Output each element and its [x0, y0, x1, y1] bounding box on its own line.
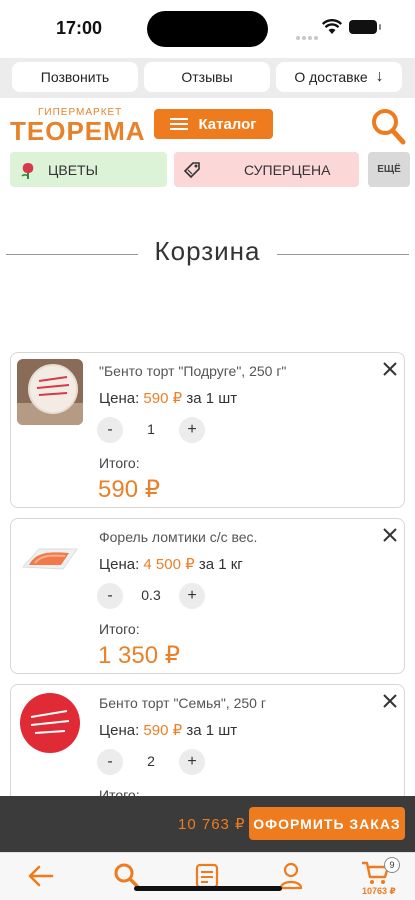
cart-item: "Бенто торт "Подруге", 250 г" Цена: 590 … — [10, 352, 405, 508]
logo-title: ТЕОРЕМА — [10, 116, 146, 146]
cart-total: 10 763 ₽ — [178, 816, 246, 833]
price-row: Цена: 4 500 ₽ за 1 кг — [99, 555, 243, 573]
call-button[interactable]: Позвонить — [12, 62, 138, 92]
home-indicator — [134, 886, 282, 891]
item-total: 590 ₽ — [98, 476, 160, 503]
dynamic-island — [147, 11, 268, 47]
catalog-button[interactable]: Каталог — [154, 109, 273, 139]
item-total: 1 350 ₽ — [98, 642, 180, 669]
price-unit: за 1 кг — [198, 556, 243, 573]
bottom-nav: 9 10763 ₽ — [0, 852, 415, 900]
checkout-button[interactable]: ОФОРМИТЬ ЗАКАЗ — [249, 807, 405, 840]
divider — [277, 254, 409, 255]
quantity-stepper: - 1 + — [97, 417, 227, 443]
header: ГИПЕРМАРКЕТ ТЕОРЕМА Каталог — [0, 98, 415, 150]
product-image — [17, 525, 83, 591]
divider — [6, 254, 138, 255]
arrow-down-icon: ↓ — [375, 68, 384, 85]
product-image — [17, 359, 83, 425]
delivery-button[interactable]: О доставке ↓ — [276, 62, 402, 92]
flower-icon — [21, 162, 34, 179]
price-row: Цена: 590 ₽ за 1 шт — [99, 721, 237, 739]
category-strip: ЦВЕТЫ СУПЕРЦЕНА ЕЩЁ — [0, 150, 415, 190]
category-super-price[interactable]: СУПЕРЦЕНА — [174, 152, 359, 187]
decrease-button[interactable]: - — [97, 749, 123, 775]
search-icon[interactable] — [370, 106, 408, 146]
back-arrow-icon[interactable] — [26, 861, 56, 891]
product-name[interactable]: Бенто торт "Семья", 250 г — [99, 695, 266, 711]
increase-button[interactable]: + — [179, 749, 205, 775]
close-icon[interactable] — [382, 361, 398, 377]
quantity-stepper: - 0.3 + — [97, 583, 227, 609]
total-label: Итого: — [99, 621, 140, 637]
total-label: Итого: — [99, 455, 140, 471]
category-flowers[interactable]: ЦВЕТЫ — [10, 152, 167, 187]
cart-item: Форель ломтики с/с вес. Цена: 4 500 ₽ за… — [10, 518, 405, 674]
price-row: Цена: 590 ₽ за 1 шт — [99, 389, 237, 407]
unit-price: 590 ₽ — [143, 390, 183, 407]
quantity-value: 0.3 — [141, 587, 161, 603]
unit-price: 4 500 ₽ — [143, 556, 195, 573]
catalog-label: Каталог — [198, 115, 257, 133]
unit-price: 590 ₽ — [143, 722, 183, 739]
checkout-bar: 10 763 ₽ ОФОРМИТЬ ЗАКАЗ — [0, 796, 415, 852]
cart-count-badge: 9 — [384, 857, 400, 873]
page-title: Корзина — [154, 236, 261, 266]
category-super-price-label: СУПЕРЦЕНА — [244, 161, 331, 178]
product-name[interactable]: Форель ломтики с/с вес. — [99, 529, 257, 545]
page-title-row: Корзина — [0, 232, 415, 272]
decrease-button[interactable]: - — [97, 583, 123, 609]
category-more[interactable]: ЕЩЁ — [368, 152, 410, 187]
decrease-button[interactable]: - — [97, 417, 123, 443]
product-name[interactable]: "Бенто торт "Подруге", 250 г" — [99, 363, 286, 379]
quantity-value: 2 — [147, 753, 155, 769]
increase-button[interactable]: + — [179, 583, 205, 609]
category-flowers-label: ЦВЕТЫ — [48, 161, 98, 178]
price-label: Цена: — [99, 556, 140, 573]
cart-sum-label: 10763 ₽ — [362, 886, 396, 896]
status-bar: 17:00 — [0, 0, 415, 58]
price-label: Цена: — [99, 390, 140, 407]
delivery-label: О доставке — [294, 69, 368, 85]
increase-button[interactable]: + — [179, 417, 205, 443]
quantity-stepper: - 2 + — [97, 749, 227, 775]
category-more-label: ЕЩЁ — [377, 164, 401, 175]
battery-icon — [349, 20, 381, 34]
quantity-value: 1 — [147, 421, 155, 437]
reviews-button[interactable]: Отзывы — [144, 62, 270, 92]
reviews-label: Отзывы — [181, 69, 233, 85]
signal-icon — [296, 27, 320, 45]
close-icon[interactable] — [382, 693, 398, 709]
call-label: Позвонить — [40, 69, 110, 85]
price-tag-icon — [183, 161, 200, 178]
wifi-icon — [322, 19, 342, 34]
status-time: 17:00 — [56, 18, 103, 38]
price-label: Цена: — [99, 722, 140, 739]
logo[interactable]: ГИПЕРМАРКЕТ ТЕОРЕМА — [10, 106, 145, 146]
menu-icon — [170, 118, 189, 130]
price-unit: за 1 шт — [186, 390, 238, 407]
close-icon[interactable] — [382, 527, 398, 543]
product-image — [17, 691, 83, 757]
price-unit: за 1 шт — [186, 722, 238, 739]
top-links-bar: Позвонить Отзывы О доставке ↓ — [0, 58, 415, 98]
